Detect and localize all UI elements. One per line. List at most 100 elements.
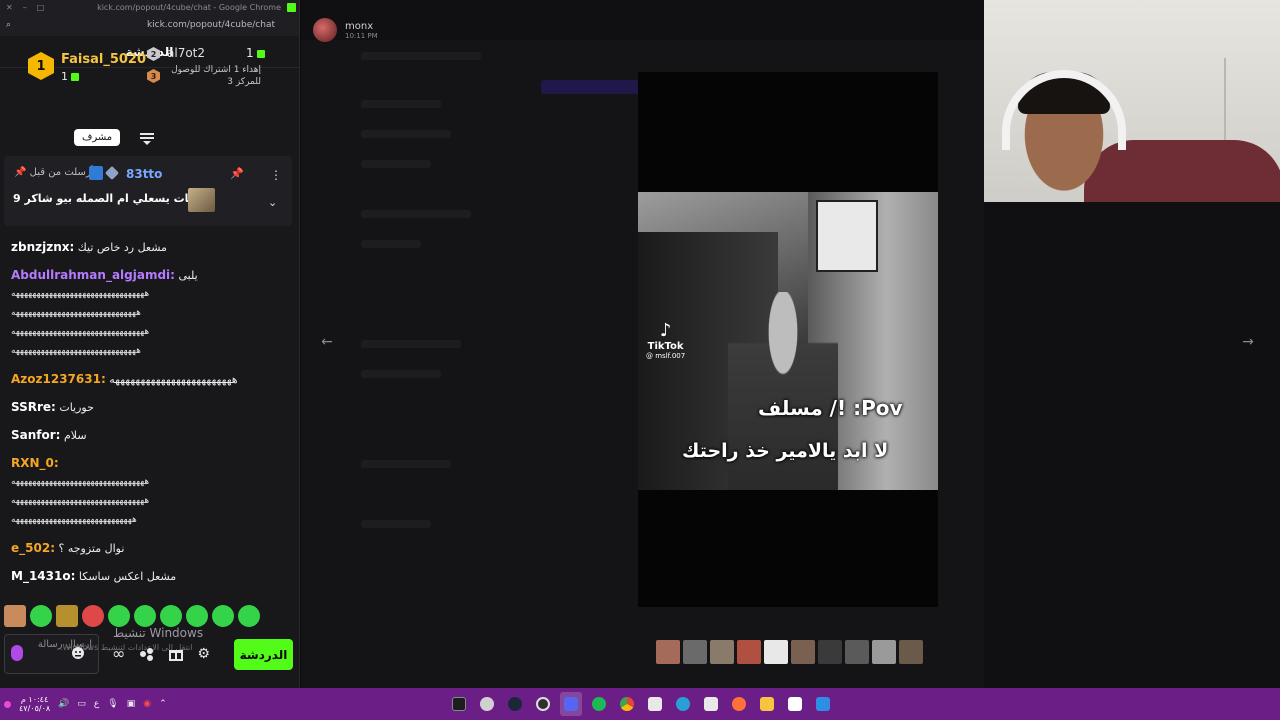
show-hidden-icons-chevron-icon[interactable]: ⌃ — [159, 699, 167, 709]
chat-username[interactable]: RXN_0: — [11, 456, 59, 470]
network-icon[interactable]: ▣ — [127, 699, 136, 709]
volume-icon[interactable]: 🔊 — [58, 699, 69, 709]
keyboard-language[interactable]: ع — [94, 699, 99, 709]
media-thumbnail[interactable] — [683, 640, 707, 664]
emote-icon[interactable] — [4, 605, 26, 627]
background-text-line — [361, 520, 431, 528]
chat-username[interactable]: zbnzjznx: — [11, 240, 74, 254]
settings-app-icon[interactable] — [476, 692, 498, 716]
url-text[interactable]: kick.com/popout/4cube/chat — [11, 20, 293, 30]
next-arrow-icon[interactable]: → — [1238, 332, 1258, 352]
notification-dot-icon[interactable] — [4, 700, 11, 708]
minimize-window-icon[interactable]: – — [23, 3, 27, 12]
file-explorer-app-icon[interactable] — [756, 692, 778, 716]
chat-message[interactable]: SSRre: حوريات — [11, 398, 285, 417]
close-window-icon[interactable]: ✕ — [6, 3, 13, 12]
microphone-icon[interactable] — [11, 645, 23, 661]
gift-to-reach-rank-text: إهداء 1 اشتراك للوصول للمركز 3 — [171, 65, 261, 87]
avatar[interactable] — [313, 18, 337, 42]
video-caption-top: Pov: !/ مسلف — [758, 396, 903, 420]
emote-icon[interactable] — [186, 605, 208, 627]
emote-icon[interactable] — [238, 605, 260, 627]
media-thumbnail[interactable] — [764, 640, 788, 664]
pinned-by: 📌 أرسلت من قبل — [14, 167, 94, 178]
settings-gear-icon[interactable]: ⚙ — [197, 646, 210, 662]
obs-app-icon[interactable] — [532, 692, 554, 716]
leaderboard-first-name[interactable]: Faisal_5020 — [61, 52, 146, 67]
chat-username[interactable]: Sanfor: — [11, 428, 60, 442]
chat-message[interactable]: RXN_0: ههههههههههههههههههههههههههههههههه ه… — [11, 454, 285, 530]
moderator-badge-icon — [89, 166, 103, 180]
collapse-leaderboard-icon[interactable] — [140, 133, 154, 145]
media-thumbnail[interactable] — [656, 640, 680, 664]
gift-icon — [71, 73, 79, 81]
chat-username[interactable]: Abdullrahman_algjamdi: — [11, 268, 175, 282]
media-thumbnail[interactable] — [818, 640, 842, 664]
chat-username[interactable]: SSRre: — [11, 400, 56, 414]
microphone-tray-icon[interactable]: 🎙 — [107, 699, 118, 709]
rank-3-badge: 3 — [147, 69, 160, 83]
leaderboard-first-count: 1 — [61, 70, 79, 83]
pinned-message[interactable]: 📌 أرسلت من قبل 83tto 📌 ⋮ ساعات يسعلي ام … — [4, 156, 292, 226]
chat-send-button[interactable]: الدردشة — [234, 639, 293, 670]
recording-icon[interactable]: ◉ — [143, 699, 151, 709]
chrome-app-icon[interactable] — [616, 692, 638, 716]
more-options-icon[interactable]: ⋮ — [270, 168, 282, 182]
gift-box-icon[interactable] — [169, 647, 184, 661]
chat-message[interactable]: Azoz1237631: ههههههههههههههههههههههههه — [11, 370, 285, 389]
background-text-line — [361, 460, 451, 468]
pinned-emote-image — [188, 188, 215, 212]
previous-arrow-icon[interactable]: ← — [317, 332, 337, 352]
chat-message[interactable]: zbnzjznx: مشعل رد خاص تيك — [11, 238, 285, 257]
windows-taskbar: ١٠:٤٤ م ٤٧/٠٥/٠٨ 🔊 ▭ ع 🎙 ▣ ◉ ⌃ — [0, 688, 1280, 720]
chat-message[interactable]: Abdullrahman_algjamdi: يلبى ههههههههههههه… — [11, 266, 285, 361]
chat-message[interactable]: e_502: نوال متزوجه ؟ — [11, 539, 285, 558]
unpin-icon[interactable]: 📌 — [230, 167, 244, 180]
emote-icon[interactable] — [82, 605, 104, 627]
community-icon[interactable] — [139, 647, 155, 661]
media-thumbnail[interactable] — [872, 640, 896, 664]
edge-app-icon[interactable] — [672, 692, 694, 716]
media-thumbnail[interactable] — [791, 640, 815, 664]
chat-message[interactable]: Sanfor: سلام — [11, 426, 285, 445]
media-thumbnail[interactable] — [899, 640, 923, 664]
chat-message-text: حوريات — [59, 401, 94, 414]
mail-app-icon[interactable] — [644, 692, 666, 716]
start-menu-icon[interactable] — [812, 692, 834, 716]
infinity-icon[interactable]: ∞ — [112, 644, 125, 663]
emote-icon[interactable] — [30, 605, 52, 627]
video-editor-app-icon[interactable] — [700, 692, 722, 716]
spotify-app-icon[interactable] — [588, 692, 610, 716]
media-thumbnail[interactable] — [845, 640, 869, 664]
tiktok-video-frame[interactable]: ♪ TikTok @ mslf.007 Pov: !/ مسلف لا ابد … — [638, 192, 938, 490]
emote-icon[interactable] — [160, 605, 182, 627]
background-text-line — [361, 52, 481, 60]
steam-app-icon[interactable] — [504, 692, 526, 716]
notepad-app-icon[interactable] — [784, 692, 806, 716]
chat-message-list[interactable]: zbnzjznx: مشعل رد خاص تيك Abdullrahman_al… — [0, 238, 296, 598]
pinned-user[interactable]: 83tto — [126, 167, 162, 181]
chevron-down-icon[interactable]: ⌄ — [268, 196, 277, 209]
chat-username[interactable]: Azoz1237631: — [11, 372, 106, 386]
discord-app-icon[interactable] — [560, 692, 582, 716]
emote-icon[interactable] — [212, 605, 234, 627]
chat-message[interactable]: M_1431o: مشعل اعكس ساسكا — [11, 567, 285, 586]
display-icon[interactable]: ▭ — [77, 699, 86, 709]
post-username[interactable]: monx — [345, 21, 378, 32]
emote-icon[interactable] — [134, 605, 156, 627]
firefox-app-icon[interactable] — [728, 692, 750, 716]
emote-icon[interactable] — [56, 605, 78, 627]
media-thumbnail[interactable] — [737, 640, 761, 664]
chat-username[interactable]: M_1431o: — [11, 569, 75, 583]
browser-urlbar[interactable]: ⌕ kick.com/popout/4cube/chat — [0, 14, 299, 36]
terminal-app-icon[interactable] — [448, 692, 470, 716]
tiktok-logo-icon: ♪ — [659, 320, 672, 341]
chat-message-text: نوال متزوجه ؟ — [58, 542, 125, 555]
maximize-window-icon[interactable]: □ — [37, 3, 45, 12]
emoji-picker-icon[interactable] — [71, 646, 85, 660]
chat-username[interactable]: e_502: — [11, 541, 55, 555]
emote-icon[interactable] — [108, 605, 130, 627]
media-thumbnail[interactable] — [710, 640, 734, 664]
leaderboard-second-name[interactable]: al7ot2 — [167, 46, 205, 60]
system-clock[interactable]: ١٠:٤٤ م ٤٧/٠٥/٠٨ — [19, 695, 50, 713]
